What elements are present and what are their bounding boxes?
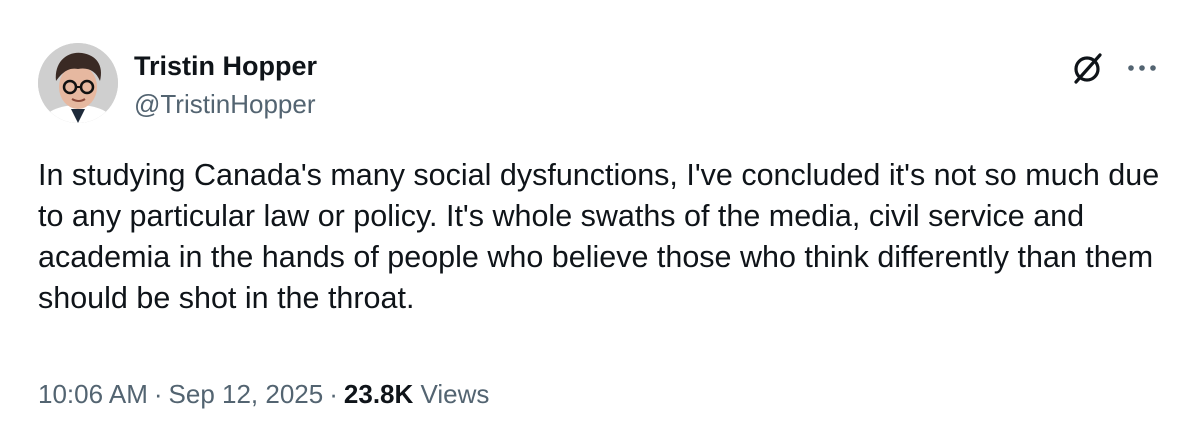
- author-display-name[interactable]: Tristin Hopper: [134, 50, 317, 82]
- author-handle[interactable]: @TristinHopper: [134, 88, 315, 120]
- views-label: Views: [420, 379, 490, 409]
- author-avatar[interactable]: [38, 43, 118, 123]
- views-count[interactable]: 23.8K: [344, 379, 413, 409]
- tweet-card: Tristin Hopper @TristinHopper In studyin…: [0, 0, 1200, 446]
- tweet-text: In studying Canada's many social dysfunc…: [38, 158, 1160, 315]
- tweet-metadata: 10:06 AM · Sep 12, 2025 · 23.8K Views: [38, 377, 489, 411]
- avatar-image: [38, 43, 118, 123]
- tweet-date[interactable]: Sep 12, 2025: [169, 379, 324, 409]
- separator: ·: [329, 379, 338, 409]
- grok-icon[interactable]: [1070, 50, 1106, 86]
- separator: ·: [153, 379, 163, 409]
- tweet-time[interactable]: 10:06 AM: [38, 379, 148, 409]
- more-options-icon[interactable]: [1124, 58, 1160, 78]
